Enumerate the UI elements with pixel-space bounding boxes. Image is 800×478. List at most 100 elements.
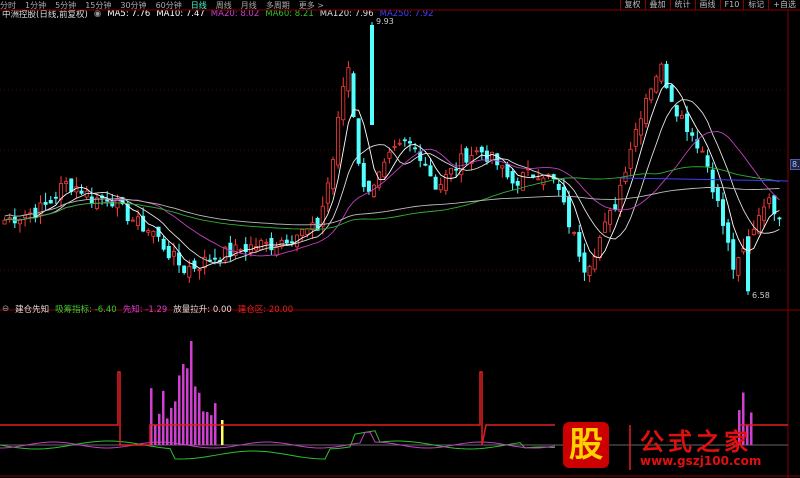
indicator-bar — [158, 413, 161, 445]
candle-body — [336, 116, 341, 166]
candle-body — [505, 163, 510, 178]
candle-body — [228, 242, 233, 257]
pump-bar — [221, 420, 224, 445]
indicator-bar — [162, 390, 165, 445]
candle-body — [500, 165, 505, 169]
candle-body — [69, 178, 74, 192]
indicator-legend: ⊖ 建仓先知 吸筹指标: -6.40 先知: -1.29 放量拉升: 0.00 建仓区… — [2, 303, 299, 315]
candle-body — [490, 151, 495, 161]
candle-body — [608, 210, 613, 225]
candle-body — [105, 199, 110, 202]
candle-body — [726, 222, 731, 243]
candle-body — [772, 195, 777, 215]
candle-body — [423, 163, 428, 166]
candle-body — [43, 202, 48, 205]
collapse-icon[interactable]: ⊖ — [2, 304, 9, 314]
candle-body — [515, 181, 520, 186]
candle-body — [561, 186, 566, 203]
candle-body — [182, 265, 187, 274]
ma-line — [4, 82, 780, 269]
candle-body — [510, 171, 515, 184]
candle-body — [413, 147, 418, 150]
candle-body — [341, 86, 346, 121]
peak-candle — [370, 25, 374, 125]
candle-body — [135, 216, 140, 226]
watermark: 股 公式之家 www.gszj100.com — [555, 420, 800, 478]
candle-body — [577, 232, 582, 257]
candle-body — [79, 190, 84, 194]
indicator-bar — [154, 424, 157, 445]
candle-body — [731, 239, 736, 270]
xianzhi-line — [0, 431, 556, 449]
candle-body — [654, 76, 659, 93]
candle-body — [53, 196, 58, 199]
candle-body — [685, 113, 690, 132]
current-price-label: 8. — [790, 159, 800, 170]
candle-body — [777, 217, 782, 220]
candle-body — [736, 257, 741, 276]
indicator-bar — [190, 341, 193, 445]
candle-body — [300, 229, 305, 236]
candle-body — [720, 199, 725, 226]
candle-body — [64, 181, 69, 184]
candle-body — [541, 177, 546, 186]
indicator-bar — [210, 415, 213, 445]
candle-body — [474, 150, 479, 153]
candle-body — [669, 85, 674, 102]
indicator-bar — [202, 411, 205, 445]
candle-body — [372, 184, 377, 197]
candle-body — [618, 184, 623, 212]
watermark-title: 公式之家 — [640, 428, 752, 456]
ma-line — [4, 187, 780, 226]
candle-body — [433, 176, 438, 190]
candle-body — [705, 155, 710, 167]
indicator-value: 建仓区: 20.00 — [237, 305, 294, 315]
candle-body — [325, 182, 330, 204]
candle-body — [171, 251, 176, 257]
candle-body — [187, 266, 192, 278]
candle-body — [146, 230, 151, 233]
candle-body — [644, 97, 649, 124]
indicator-bar — [214, 403, 217, 445]
candle-body — [397, 142, 402, 145]
indicator-bar — [198, 392, 201, 445]
candle-body — [700, 150, 705, 153]
jiancang-line — [0, 371, 555, 446]
candle-body — [715, 186, 720, 201]
high-price-label: 9.93 — [376, 17, 394, 26]
candle-body — [649, 88, 654, 101]
candle-body — [387, 151, 392, 159]
candle-body — [751, 229, 756, 236]
indicator-value: 先知: -1.29 — [122, 305, 168, 315]
candle-body — [679, 114, 684, 119]
candle-body — [259, 240, 264, 250]
candle-body — [710, 169, 715, 193]
indicator-value: 放量拉升: 0.00 — [173, 305, 232, 315]
candle-body — [464, 148, 469, 163]
candle-body — [454, 168, 459, 171]
watermark-logo: 股 — [563, 422, 609, 468]
candle-body — [628, 148, 633, 169]
candle-body — [366, 180, 371, 192]
candle-body — [212, 257, 217, 260]
candle-body — [597, 237, 602, 259]
candle-body — [582, 252, 587, 273]
indicator-bar — [170, 407, 173, 445]
candle-body — [330, 159, 335, 190]
candle-body — [151, 231, 156, 237]
candle-body — [567, 196, 572, 228]
candle-body — [346, 67, 351, 92]
indicator-bar — [174, 401, 177, 445]
indicator-bar — [194, 386, 197, 445]
candle-body — [674, 105, 679, 117]
candle-body — [572, 232, 577, 234]
indicator-bar — [166, 418, 169, 445]
kline-chart[interactable]: 9.93 6.58 — [0, 0, 800, 478]
candle-body — [305, 228, 310, 236]
indicator-value: 吸筹指标: -6.40 — [55, 305, 117, 315]
candle-body — [166, 245, 171, 259]
candle-body — [690, 132, 695, 136]
candle-body — [449, 167, 454, 175]
candle-body — [536, 178, 541, 181]
candle-body — [2, 219, 7, 225]
